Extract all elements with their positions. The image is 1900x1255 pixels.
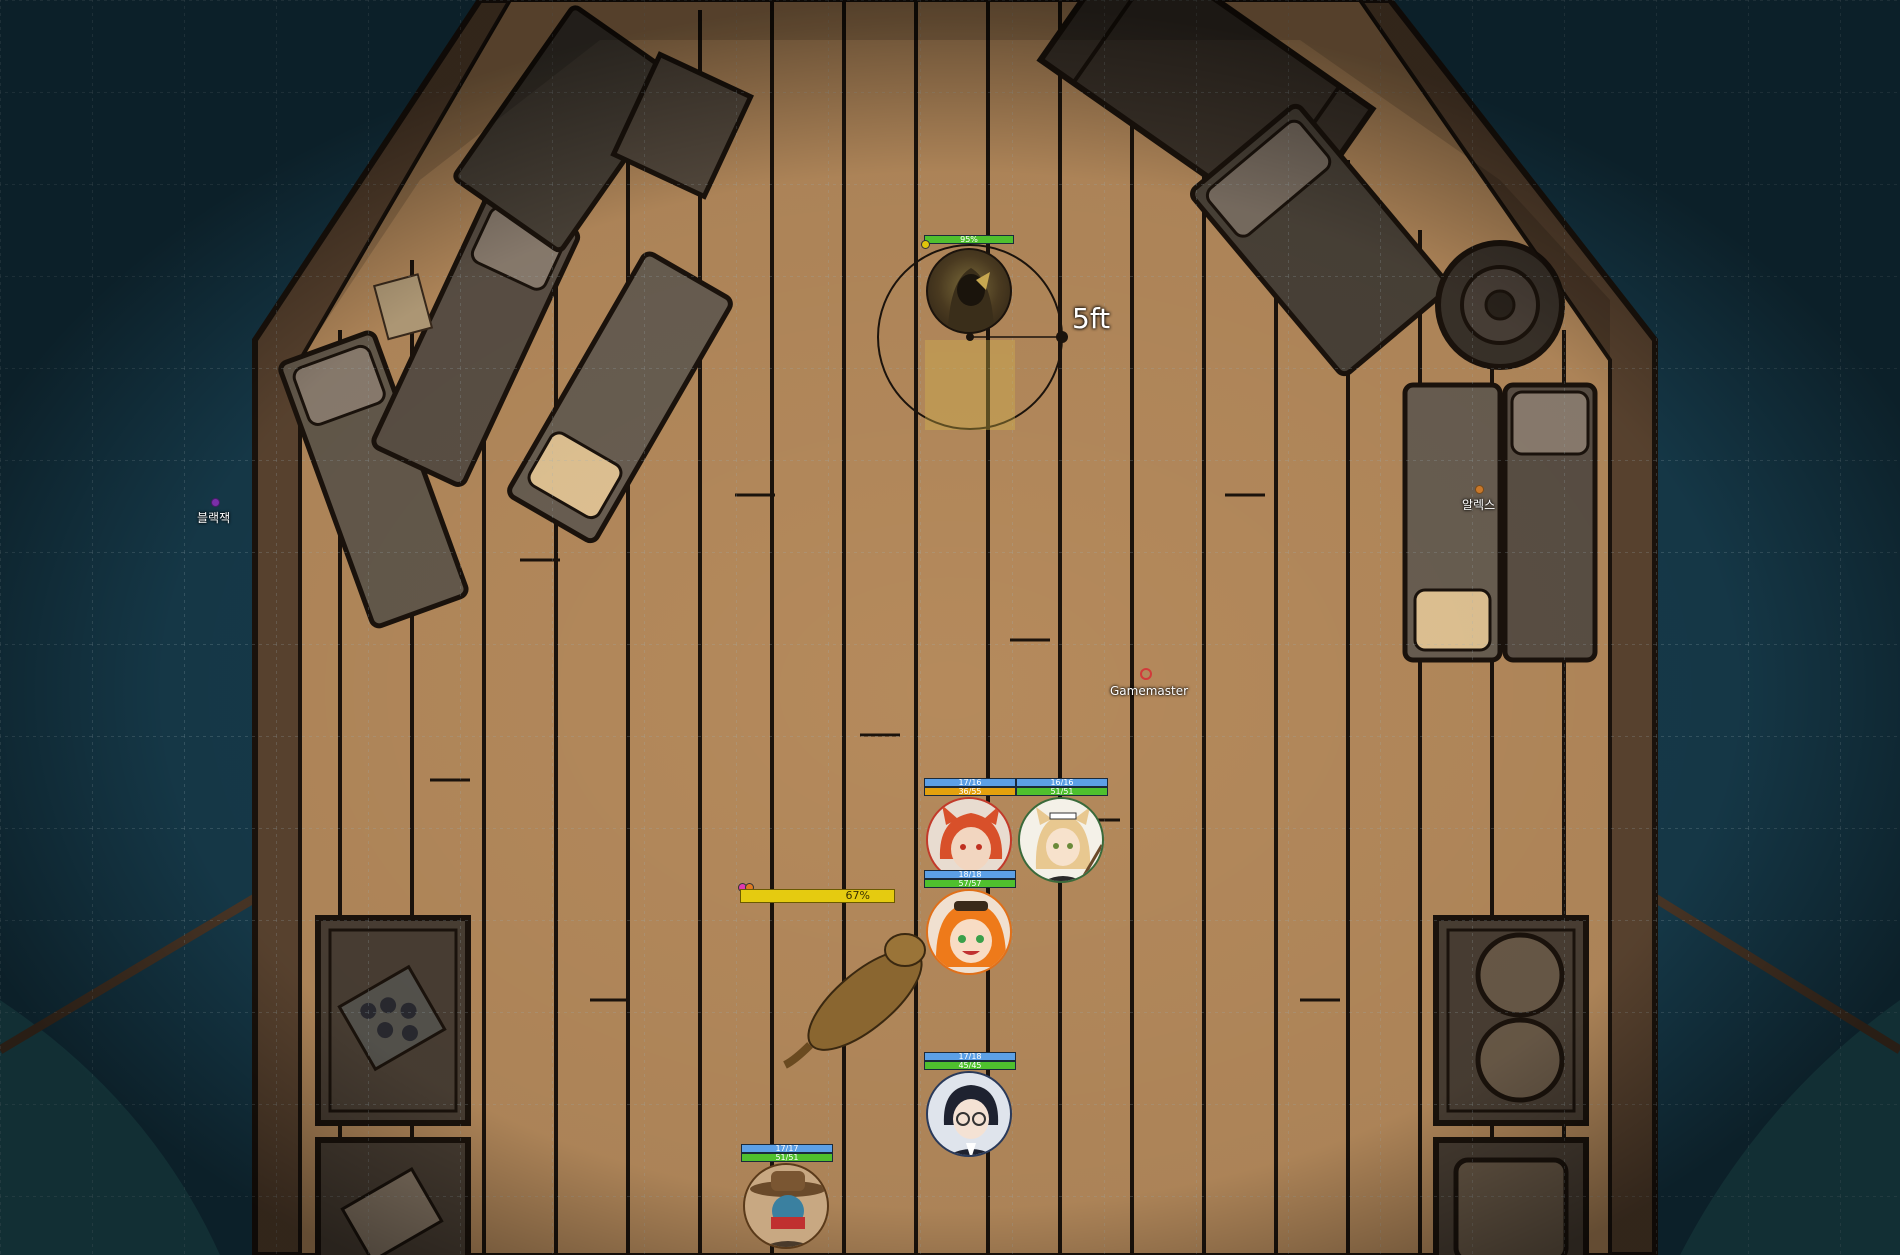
bar2: 36/55 [924,787,1016,796]
hooded-figure-token[interactable] [926,248,1012,334]
glasses-boy-token-icon [943,1085,999,1155]
token-bars: 18/18 57/57 [924,870,1016,888]
player-dot [1475,485,1484,494]
bar1: 17/18 [924,1052,1016,1061]
token-bars: 16/16 51/51 [1016,778,1108,796]
cat-maid-token[interactable] [1018,797,1104,883]
player-label: 알렉스 [1462,498,1496,512]
glasses-boy-token[interactable] [926,1071,1012,1157]
percent-bar: 67% [740,889,895,903]
token-bars: 17/17 51/51 [741,1144,833,1162]
orange-haired-girl-token[interactable] [926,889,1012,975]
bar1: 17/17 [741,1144,833,1153]
cat-maid-token-icon [1035,807,1102,881]
bar2: 51/51 [1016,787,1108,796]
hooded-figure-token-icon [948,268,994,330]
battle-map[interactable]: 블랙잭 알렉스 Gamemaster 5ft 95% 17/16 36/55 1… [0,0,1900,1255]
bar2: 45/45 [924,1061,1016,1070]
cowboy-token[interactable] [743,1163,829,1249]
cowboy-token-icon [750,1171,826,1247]
bar1: 16/16 [1016,778,1108,787]
player-dot [1140,668,1152,680]
bar1: 17/16 [924,778,1016,787]
orange-haired-girl-token-icon [935,901,1007,967]
bar1: 18/18 [924,870,1016,879]
bar2: 51/51 [741,1153,833,1162]
status-marker [921,240,930,249]
token-bars: 17/16 36/55 [924,778,1016,796]
token-bars: 95% [924,235,1014,244]
player-dot [211,498,220,507]
token-bars: 17/18 45/45 [924,1052,1016,1070]
measurement-label: 5ft [1072,302,1111,335]
hp-bar: 95% [924,235,1014,244]
player-label: 블랙잭 [197,511,231,525]
player-label: Gamemaster [1110,684,1189,698]
bar2: 57/57 [924,879,1016,888]
